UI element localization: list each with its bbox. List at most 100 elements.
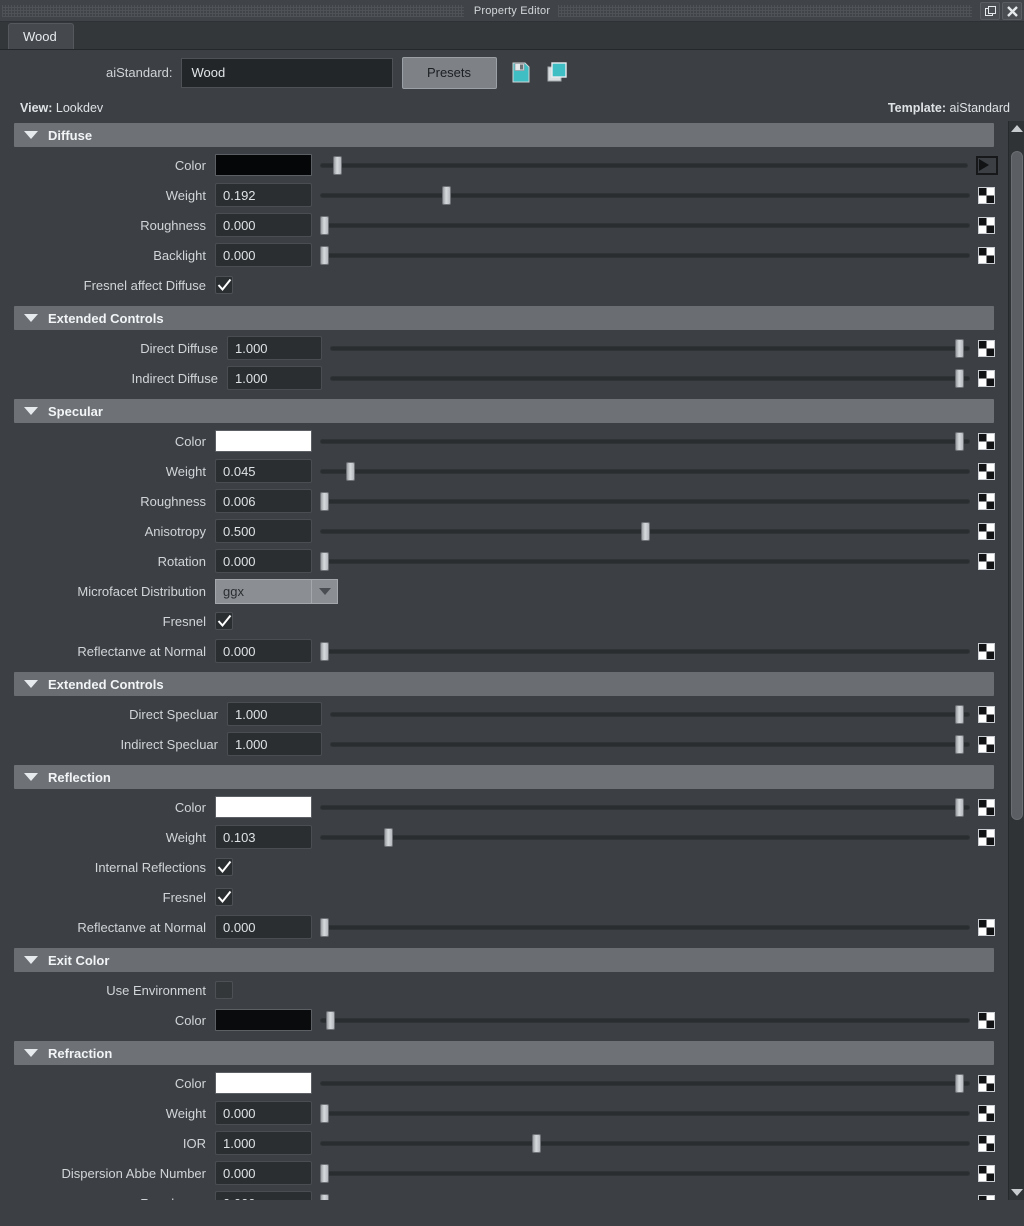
value-input[interactable]: 0.500 [215, 519, 312, 543]
texture-map-button[interactable] [978, 828, 995, 846]
value-input[interactable]: 0.000 [215, 915, 312, 939]
slider[interactable] [320, 213, 970, 237]
slider[interactable] [320, 459, 970, 483]
slider[interactable] [330, 336, 970, 360]
color-swatch[interactable] [215, 1009, 312, 1031]
color-swatch[interactable] [215, 1072, 312, 1094]
slider-track[interactable] [320, 1018, 970, 1023]
slider-handle[interactable] [320, 1164, 329, 1183]
slider-track[interactable] [330, 742, 970, 747]
slider[interactable] [320, 183, 970, 207]
texture-map-button[interactable] [978, 522, 995, 540]
value-input[interactable]: 1.000 [227, 366, 322, 390]
texture-map-button[interactable] [978, 918, 995, 936]
slider-handle[interactable] [320, 918, 329, 937]
slider[interactable] [320, 1071, 970, 1095]
scrollbar-thumb[interactable] [1011, 151, 1023, 820]
texture-map-button[interactable] [978, 1194, 995, 1200]
value-input[interactable]: 0.192 [215, 183, 312, 207]
chevron-down-icon[interactable] [312, 578, 338, 604]
slider-handle[interactable] [954, 798, 964, 817]
slider-handle[interactable] [640, 522, 650, 541]
slider-track[interactable] [320, 163, 968, 168]
slider-track[interactable] [320, 1171, 970, 1176]
slider-track[interactable] [330, 346, 970, 351]
slider-handle[interactable] [954, 705, 964, 724]
value-input[interactable]: 0.000 [215, 1191, 312, 1200]
presets-button[interactable]: Presets [401, 56, 497, 89]
tab-wood[interactable]: Wood [8, 23, 74, 49]
value-input[interactable]: 0.000 [215, 549, 312, 573]
section-header-specular[interactable]: Specular [14, 399, 994, 423]
dropdown[interactable]: ggx [215, 578, 338, 604]
value-input[interactable]: 0.000 [215, 639, 312, 663]
slider-track[interactable] [320, 925, 970, 930]
slider[interactable] [320, 1191, 970, 1200]
slider-track[interactable] [320, 805, 970, 810]
value-input[interactable]: 1.000 [227, 336, 322, 360]
texture-map-button[interactable] [978, 186, 995, 204]
slider-track[interactable] [330, 712, 970, 717]
node-name-input[interactable]: Wood [180, 57, 393, 88]
checkbox[interactable] [215, 888, 233, 906]
close-icon[interactable] [1002, 2, 1022, 20]
slider[interactable] [330, 732, 970, 756]
checkbox[interactable] [215, 612, 233, 630]
slider-handle[interactable] [320, 492, 329, 511]
slider-handle[interactable] [320, 216, 329, 235]
color-swatch[interactable] [215, 430, 312, 452]
texture-map-button[interactable] [978, 642, 995, 660]
slider[interactable] [320, 1131, 970, 1155]
texture-map-button[interactable] [978, 1074, 995, 1092]
collapse-triangle-icon[interactable] [14, 956, 48, 964]
section-header-diffuse[interactable]: Diffuse [14, 123, 994, 147]
checkbox[interactable] [215, 981, 233, 999]
value-input[interactable]: 0.000 [215, 1161, 312, 1185]
slider[interactable] [320, 489, 970, 513]
slider-track[interactable] [320, 469, 970, 474]
slider[interactable] [320, 519, 970, 543]
slider-track[interactable] [320, 1081, 970, 1086]
collapse-triangle-icon[interactable] [14, 407, 48, 415]
slider-handle[interactable] [954, 432, 964, 451]
dropdown-value[interactable]: ggx [215, 578, 312, 604]
slider-track[interactable] [320, 1141, 970, 1146]
collapse-triangle-icon[interactable] [14, 314, 48, 322]
texture-map-button[interactable] [978, 462, 995, 480]
slider-handle[interactable] [441, 186, 451, 205]
slider-handle[interactable] [332, 156, 342, 175]
texture-map-button[interactable] [978, 1134, 995, 1152]
slider[interactable] [320, 795, 970, 819]
slider-handle[interactable] [326, 1011, 336, 1030]
section-header-reflection[interactable]: Reflection [14, 765, 994, 789]
section-header-refraction[interactable]: Refraction [14, 1041, 994, 1065]
value-input[interactable]: 1.000 [227, 702, 322, 726]
slider-track[interactable] [320, 253, 970, 258]
slider-handle[interactable] [320, 642, 329, 661]
vertical-scrollbar[interactable] [1008, 121, 1024, 1200]
slider[interactable] [320, 1008, 970, 1032]
slider-track[interactable] [320, 649, 970, 654]
slider[interactable] [320, 549, 970, 573]
color-chooser-button[interactable] [976, 155, 998, 175]
slider-handle[interactable] [320, 1104, 329, 1123]
value-input[interactable]: 0.000 [215, 243, 312, 267]
collapse-triangle-icon[interactable] [14, 1049, 48, 1057]
slider-handle[interactable] [954, 1074, 964, 1093]
texture-map-button[interactable] [978, 339, 995, 357]
texture-map-button[interactable] [978, 1164, 995, 1182]
section-header-exit-color[interactable]: Exit Color [14, 948, 994, 972]
slider-track[interactable] [320, 1111, 970, 1116]
slider-handle[interactable] [320, 246, 329, 265]
slider-track[interactable] [320, 439, 970, 444]
slider-track[interactable] [320, 499, 970, 504]
slider[interactable] [320, 825, 970, 849]
slider[interactable] [330, 366, 970, 390]
section-header-extended-controls[interactable]: Extended Controls [14, 672, 994, 696]
slider[interactable] [330, 702, 970, 726]
texture-map-button[interactable] [978, 798, 995, 816]
texture-map-button[interactable] [978, 246, 995, 264]
texture-map-button[interactable] [978, 705, 995, 723]
slider[interactable] [320, 1101, 970, 1125]
value-input[interactable]: 0.000 [215, 1101, 312, 1125]
